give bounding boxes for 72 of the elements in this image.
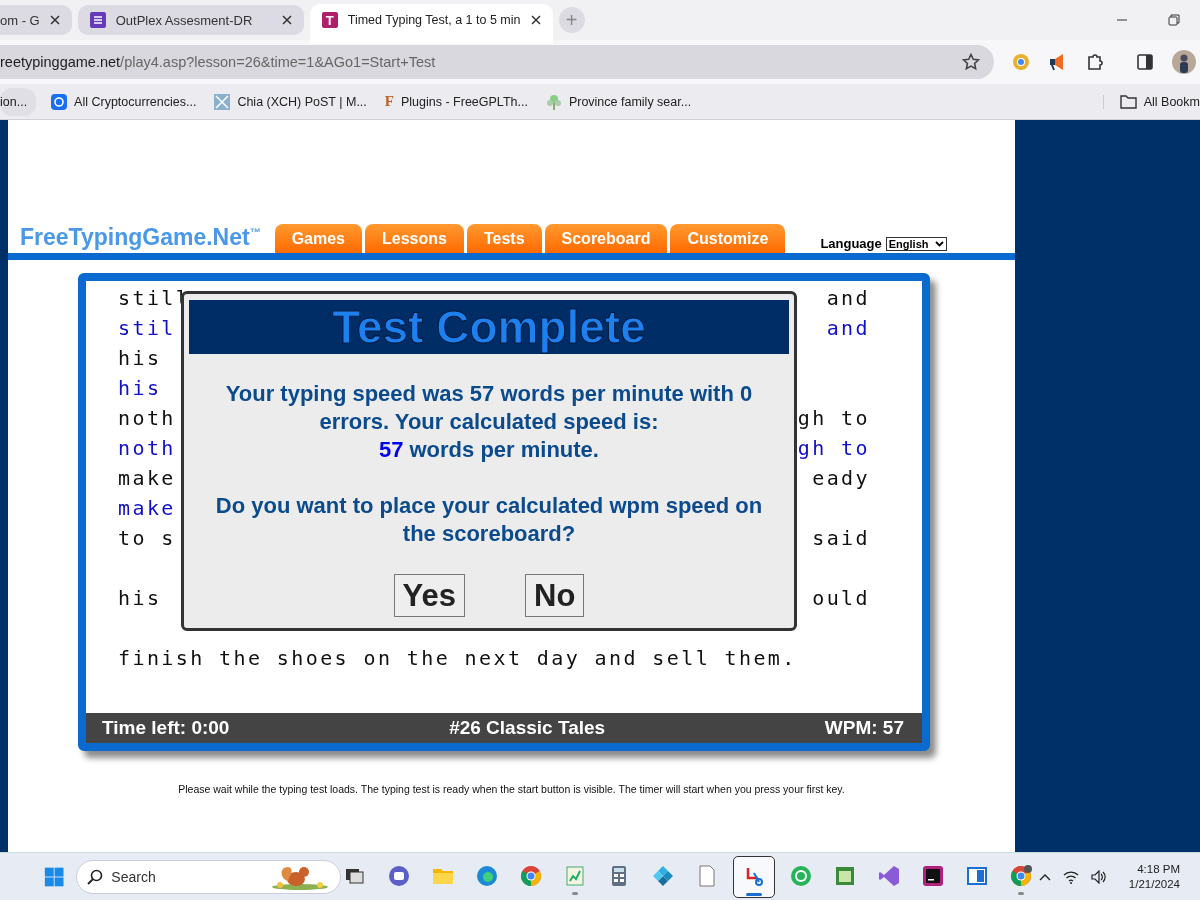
passage-text: his <box>118 586 162 610</box>
tree-icon <box>545 93 562 110</box>
passage-text: said <box>812 526 870 550</box>
address-bar[interactable]: reetypinggame.net/play4.asp?lesson=26&time=1&AGo1=Start+Test <box>0 45 994 79</box>
typed-text: and <box>826 316 870 340</box>
typed-text: gh to <box>797 436 870 460</box>
bookmark[interactable]: Province family sear... <box>536 87 701 116</box>
puzzle-icon[interactable] <box>1086 53 1104 71</box>
browser-tab[interactable]: T Timed Typing Test, a 1 to 5 min <box>309 4 553 44</box>
folder-icon <box>1119 94 1137 109</box>
language-select[interactable]: English <box>885 236 947 251</box>
passage-text: gh to <box>797 406 870 430</box>
passage-text: and <box>826 286 870 310</box>
time-left: Time left: 0:00 <box>102 717 230 739</box>
browser-icon[interactable] <box>1012 53 1030 71</box>
browser-icon <box>1008 863 1033 888</box>
bookmark[interactable]: All Cryptocurrencies... <box>42 87 206 116</box>
passage-text: ould <box>812 586 870 610</box>
browser-tab[interactable]: OutPlex Assesment-DR <box>77 5 304 35</box>
restore-icon[interactable] <box>1168 14 1180 26</box>
search-field[interactable]: Search <box>76 859 341 894</box>
passage-text: finish the shoes on the next day and sell them. <box>118 646 797 670</box>
site-logo-icon: T <box>321 12 338 28</box>
wifi-icon[interactable] <box>1062 869 1079 884</box>
passage-text: make <box>118 466 176 490</box>
tab-title: Timed Typing Test, a 1 to 5 min <box>347 13 521 27</box>
speed-unit: words per minute. <box>409 436 599 464</box>
typed-text: make <box>118 496 176 520</box>
code-editor-icon <box>876 863 901 888</box>
lesson-title: #26 Classic Tales <box>449 717 606 739</box>
answer-button[interactable]: Yes <box>393 574 466 617</box>
speaker-icon[interactable] <box>1090 869 1107 884</box>
avatar-icon[interactable] <box>1172 50 1196 74</box>
side-panel-icon[interactable] <box>1136 53 1154 71</box>
coin-icon <box>51 93 68 110</box>
browser-tab[interactable]: om - G <box>0 5 72 35</box>
calculated-speed: 57 <box>379 436 404 464</box>
close-icon[interactable] <box>530 15 541 25</box>
answer-button[interactable]: No <box>525 574 585 617</box>
passage-text: noth <box>118 406 176 430</box>
passage-text: eady <box>812 466 870 490</box>
language-label: Language <box>820 236 882 251</box>
typed-text: noth <box>118 436 176 460</box>
tab-title: om - G <box>0 12 40 28</box>
dialog-title: Test Complete <box>189 300 789 354</box>
typed-text: his <box>118 376 162 400</box>
clock[interactable]: 4:18 PM 1/21/2024 <box>1128 863 1180 890</box>
close-icon[interactable] <box>49 15 60 25</box>
bookmark[interactable]: ion... <box>0 87 37 116</box>
wpm-reading: WPM: 57 <box>824 717 904 739</box>
passage-text: his <box>118 346 162 370</box>
bookmark[interactable]: Chia (XCH) PoST | M... <box>205 87 376 116</box>
bookmark[interactable]: F Plugins - FreeGPLTh... <box>375 87 537 116</box>
search-icon <box>87 868 104 885</box>
close-icon[interactable] <box>281 15 292 25</box>
caret-icon <box>934 240 944 247</box>
chevron-up-icon[interactable] <box>1038 872 1051 881</box>
chat-icon <box>386 863 411 888</box>
result-message: Your typing speed was 57 words per minute with 0 errors. Your calculated speed is: <box>224 380 754 436</box>
tab-title: OutPlex Assesment-DR <box>115 12 254 28</box>
typed-text: stil <box>118 316 176 340</box>
crossed-square-icon <box>214 93 231 110</box>
all-bookmarks-button[interactable]: All Bookm <box>1102 94 1200 109</box>
ide-icon <box>920 863 945 888</box>
passage-text: to s <box>118 526 176 550</box>
taskbar-app[interactable] <box>732 855 775 898</box>
browser-icon <box>518 863 543 888</box>
list-icon <box>89 12 106 28</box>
star-icon[interactable] <box>962 53 980 71</box>
scoreboard-question: Do you want to place your calculated wpm speed on the scoreboard? <box>214 492 764 548</box>
browser-icon <box>474 863 499 888</box>
loading-note: Please wait while the typing test loads. The typing test is ready when the start button is visible. The timer will start when you press your first key. <box>178 783 845 795</box>
